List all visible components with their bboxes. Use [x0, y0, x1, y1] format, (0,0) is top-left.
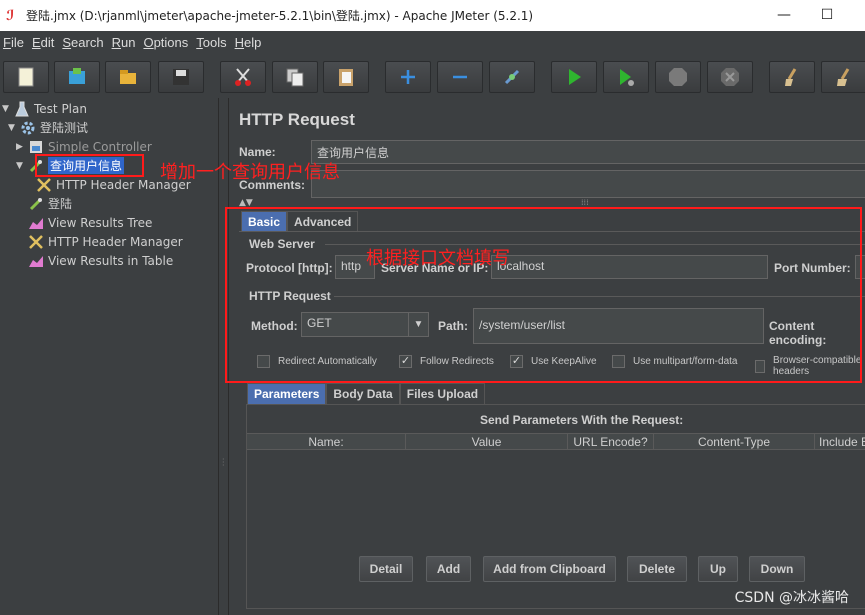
delete-button[interactable]: Delete [627, 556, 687, 582]
clear-button[interactable] [769, 61, 815, 93]
toggle-button[interactable] [489, 61, 535, 93]
column-url-encode[interactable]: URL Encode? [568, 434, 654, 449]
start-button[interactable] [551, 61, 597, 93]
expand-arrow-icon[interactable]: ▶ [16, 142, 28, 152]
new-icon [18, 67, 34, 87]
column-value[interactable]: Value [406, 434, 568, 449]
tools-icon [36, 177, 52, 193]
name-field[interactable]: 查询用户信息 [311, 140, 865, 164]
tab-files-upload[interactable]: Files Upload [399, 383, 486, 404]
templates-icon [69, 68, 85, 84]
tab-parameters[interactable]: Parameters [247, 383, 327, 404]
window-title: 登陆.jmx (D:\rjanml\jmeter\apache-jmeter-5… [26, 9, 534, 23]
annotation-add-query: 增加一个查询用户信息 [160, 162, 340, 183]
flask-icon [14, 101, 30, 117]
shutdown-button[interactable] [707, 61, 753, 93]
minimize-button[interactable]: — [761, 0, 807, 31]
stop-button[interactable] [655, 61, 701, 93]
open-icon [120, 70, 136, 84]
paste-icon [339, 69, 353, 86]
tree-node-view-results-tree[interactable]: View Results Tree [28, 213, 152, 232]
menu-tools[interactable]: Tools [193, 35, 231, 50]
column-include-equals[interactable]: Include Equals? [815, 434, 865, 449]
menu-help[interactable]: Help [232, 35, 267, 50]
save-icon [173, 69, 189, 85]
menu-edit[interactable]: Edit [29, 35, 59, 50]
tree-node-view-results-table[interactable]: View Results in Table [28, 251, 173, 270]
clear-all-icon [837, 68, 850, 86]
menu-run[interactable]: Run [109, 35, 141, 50]
toolbar [0, 56, 865, 96]
grip-icon[interactable]: ⁞⁞⁞ [581, 198, 589, 207]
menu-search[interactable]: Search [59, 35, 108, 50]
save-button[interactable] [158, 61, 204, 93]
clear-icon [785, 68, 797, 86]
add-button[interactable]: Add [426, 556, 471, 582]
copy-icon [286, 68, 304, 87]
tools-icon [28, 234, 44, 250]
start-no-pause-icon [620, 69, 634, 86]
split-handle[interactable]: · · · [222, 456, 225, 470]
tree-node-test-plan[interactable]: ▼ Test Plan [2, 99, 87, 118]
copy-button[interactable] [272, 61, 318, 93]
clear-all-button[interactable] [821, 61, 865, 93]
collapse-icon [453, 75, 467, 79]
collapse-arrow-icon[interactable]: ▼ [8, 123, 20, 133]
send-params-heading: Send Parameters With the Request: [480, 413, 684, 427]
collapse-arrow-icon[interactable]: ▼ [2, 104, 14, 114]
start-no-pause-button[interactable] [603, 61, 649, 93]
window-titlebar: ℐ 登陆.jmx (D:\rjanml\jmeter\apache-jmeter… [0, 0, 865, 31]
chart-icon [28, 215, 44, 231]
chart-icon [28, 253, 44, 269]
expand-icon [401, 70, 415, 84]
new-button[interactable] [3, 61, 49, 93]
add-from-clipboard-button[interactable]: Add from Clipboard [483, 556, 616, 582]
menu-options[interactable]: Options [140, 35, 193, 50]
comments-field[interactable] [311, 170, 865, 198]
cut-button[interactable] [220, 61, 266, 93]
start-icon [569, 69, 581, 85]
highlight-box-tree [35, 154, 144, 177]
collapse-arrow-icon[interactable]: ▼ [16, 161, 28, 171]
down-button[interactable]: Down [749, 556, 805, 582]
shutdown-icon [721, 68, 739, 86]
column-name[interactable]: Name: [247, 434, 406, 449]
panel-title: HTTP Request [239, 110, 355, 129]
expand-button[interactable] [385, 61, 431, 93]
paste-button[interactable] [323, 61, 369, 93]
jmeter-feather-icon: ℐ [6, 7, 15, 24]
params-table-header: Name: Value URL Encode? Content-Type Inc… [247, 433, 865, 450]
menubar: File Edit Search Run Options Tools Help [0, 31, 865, 53]
tree-node-header-manager[interactable]: HTTP Header Manager [28, 232, 183, 251]
column-content-type[interactable]: Content-Type [654, 434, 815, 449]
tree-node-login[interactable]: 登陆 [28, 194, 72, 213]
param-tabs: Parameters Body Data Files Upload [247, 383, 486, 404]
detail-button[interactable]: Detail [359, 556, 413, 582]
maximize-button[interactable]: ☐ [804, 0, 850, 31]
name-label: Name: [239, 145, 276, 159]
collapse-button[interactable] [437, 61, 483, 93]
toggle-icon [504, 69, 520, 85]
up-button[interactable]: Up [698, 556, 738, 582]
tab-body-data[interactable]: Body Data [326, 383, 400, 404]
watermark: CSDN @冰冰酱哈 [734, 590, 849, 606]
cut-icon [235, 68, 251, 86]
stop-icon [669, 68, 687, 86]
tree-node-thread-group[interactable]: ▼ 登陆测试 [8, 118, 88, 137]
annotation-fill-doc: 根据接口文档填写 [366, 248, 510, 269]
pipette-icon [28, 196, 44, 212]
open-button[interactable] [105, 61, 151, 93]
controller-icon [28, 139, 44, 155]
templates-button[interactable] [54, 61, 100, 93]
menu-file[interactable]: File [0, 35, 29, 50]
gear-icon [20, 120, 36, 136]
highlight-box-request [225, 207, 862, 383]
